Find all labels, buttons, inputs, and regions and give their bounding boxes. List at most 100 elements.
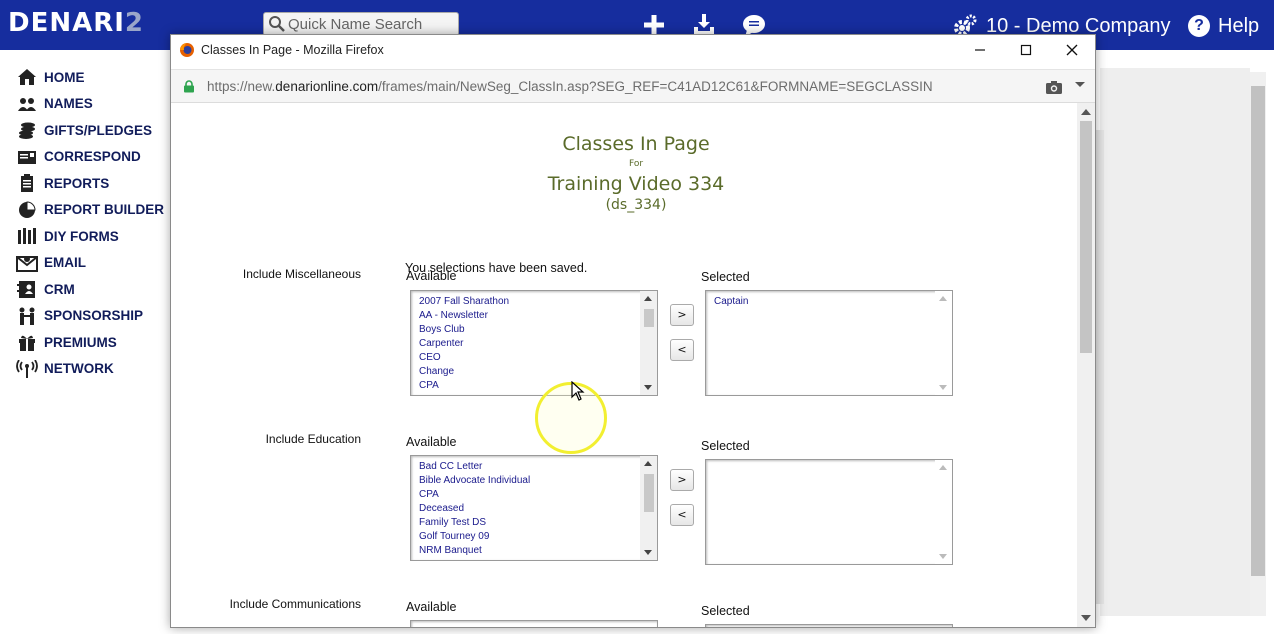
background-page-scrollbar[interactable] [1250, 72, 1266, 616]
page-title: Classes In Page [562, 133, 710, 155]
segment-name: Training Video 334 [547, 173, 725, 195]
help-button[interactable]: ? Help [1188, 12, 1259, 40]
list-item[interactable]: Boys Club [419, 323, 509, 337]
search-input[interactable] [288, 14, 454, 34]
scroll-up-icon[interactable] [1081, 109, 1091, 115]
scroll-up-icon[interactable] [939, 465, 947, 470]
scrollbar-thumb[interactable] [1080, 121, 1092, 353]
list-item[interactable]: Change [419, 365, 509, 379]
list-item[interactable]: Golf Tourney 09 [419, 530, 530, 544]
available-list-education[interactable]: Bad CC Letter Bible Advocate Individual … [410, 455, 658, 561]
selected-list-education[interactable] [705, 459, 953, 565]
add-to-selected-button[interactable]: > [670, 469, 694, 491]
scrollbar-thumb[interactable] [644, 474, 654, 512]
app-logo[interactable]: DENARI2 [8, 8, 144, 38]
help-label: Help [1218, 14, 1260, 37]
sidebar-item-gifts-pledges[interactable]: GIFTS/PLEDGES [16, 117, 176, 144]
list-item[interactable]: CPA [419, 488, 530, 502]
list-item[interactable]: Captain [714, 295, 748, 309]
firefox-icon [180, 43, 194, 57]
forms-icon [16, 226, 38, 246]
available-list-communications[interactable] [410, 620, 658, 627]
scroll-down-icon[interactable] [939, 385, 947, 390]
selected-label: Selected [701, 270, 750, 284]
scroll-up-icon[interactable] [939, 296, 947, 301]
sidebar-item-crm[interactable]: CRM [16, 276, 176, 303]
sidebar-item-label: DIY FORMS [44, 228, 119, 244]
envelope-icon [16, 253, 38, 273]
popup-scrollbar[interactable] [1077, 103, 1095, 627]
search-icon [269, 16, 285, 32]
close-icon [1066, 44, 1078, 56]
scroll-up-icon[interactable] [644, 461, 652, 466]
sidebar-item-email[interactable]: EMAIL [16, 250, 176, 277]
window-titlebar[interactable]: Classes In Page - Mozilla Firefox [171, 35, 1095, 65]
list-item[interactable]: Carpenter [419, 337, 509, 351]
sidebar-item-label: NETWORK [44, 361, 114, 377]
sidebar-item-label: REPORT BUILDER [44, 202, 165, 218]
sidebar-item-home[interactable]: HOME [16, 64, 176, 91]
available-label: Available [406, 435, 457, 449]
sidebar-item-reports[interactable]: REPORTS [16, 170, 176, 197]
minimize-button[interactable] [957, 35, 1003, 65]
antenna-icon [16, 359, 38, 379]
pie-icon [16, 200, 38, 220]
selected-list-communications[interactable] [705, 624, 953, 627]
coins-icon [16, 120, 38, 140]
list-item[interactable]: Deceased [419, 502, 530, 516]
section-label-communications: Include Communications [229, 597, 361, 611]
list-item[interactable]: Bible Advocate Individual [419, 474, 530, 488]
selected-list-miscellaneous[interactable]: Captain [705, 290, 953, 396]
maximize-button[interactable] [1003, 35, 1049, 65]
list-scrollbar[interactable] [640, 456, 657, 560]
list-item[interactable]: Family Test DS [419, 516, 530, 530]
sponsorship-icon [16, 306, 38, 326]
list-item[interactable]: CEO [419, 351, 509, 365]
sidebar-item-premiums[interactable]: PREMIUMS [16, 329, 176, 356]
sidebar-item-label: NAMES [44, 96, 93, 112]
sidebar-item-network[interactable]: NETWORK [16, 356, 176, 383]
screenshot-icon[interactable] [1045, 79, 1063, 95]
scroll-down-icon[interactable] [1081, 615, 1091, 621]
sidebar-item-report-builder[interactable]: REPORT BUILDER [16, 197, 176, 224]
sidebar-item-label: HOME [44, 69, 85, 85]
sidebar-item-label: EMAIL [44, 255, 86, 271]
list-item[interactable]: AA - Newsletter [419, 309, 509, 323]
classes-in-page-popup: Classes In Page - Mozilla Firefox https:… [170, 34, 1096, 628]
scrollbar-thumb[interactable] [1251, 86, 1265, 576]
mouse-cursor-icon [571, 381, 585, 401]
sidebar-nav: HOME NAMES GIFTS/PLEDGES CORRESPOND REPO… [16, 64, 176, 382]
scroll-up-icon[interactable] [644, 296, 652, 301]
remove-from-selected-button[interactable]: < [670, 339, 694, 361]
sidebar-item-correspond[interactable]: CORRESPOND [16, 144, 176, 171]
scroll-down-icon[interactable] [644, 385, 652, 390]
quick-name-search[interactable] [263, 12, 459, 36]
address-bar[interactable]: https://new.denarionline.com/frames/main… [171, 69, 1095, 103]
list-item[interactable]: Bad CC Letter [419, 460, 530, 474]
list-item[interactable]: 2007 Fall Sharathon [419, 295, 509, 309]
chevron-down-icon[interactable] [1075, 82, 1085, 87]
list-scrollbar[interactable] [640, 291, 657, 395]
help-icon: ? [1188, 15, 1210, 37]
sidebar-item-label: SPONSORSHIP [44, 308, 144, 324]
available-list-miscellaneous[interactable]: 2007 Fall Sharathon AA - Newsletter Boys… [410, 290, 658, 396]
available-label: Available [406, 600, 457, 614]
scroll-down-icon[interactable] [939, 554, 947, 559]
close-button[interactable] [1049, 35, 1095, 65]
scroll-down-icon[interactable] [644, 550, 652, 555]
minimize-icon [975, 49, 985, 51]
letter-icon [16, 147, 38, 167]
scrollbar-thumb[interactable] [644, 309, 654, 327]
sidebar-item-names[interactable]: NAMES [16, 91, 176, 118]
add-to-selected-button[interactable]: > [670, 304, 694, 326]
sidebar-item-label: REPORTS [44, 175, 110, 191]
remove-from-selected-button[interactable]: < [670, 504, 694, 526]
list-scrollbar[interactable] [935, 460, 952, 564]
url-text[interactable]: https://new.denarionline.com/frames/main… [207, 79, 933, 94]
sidebar-item-diy-forms[interactable]: DIY FORMS [16, 223, 176, 250]
sidebar-item-sponsorship[interactable]: SPONSORSHIP [16, 303, 176, 330]
list-item[interactable]: NRM Banquet [419, 544, 530, 558]
list-item[interactable]: CPA [419, 379, 509, 393]
contact-card-icon [16, 279, 38, 299]
list-scrollbar[interactable] [935, 291, 952, 395]
